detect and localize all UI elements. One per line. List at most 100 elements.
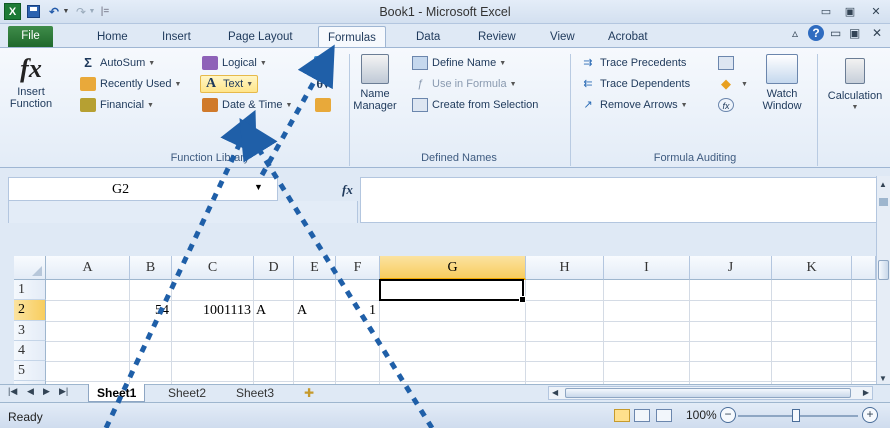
lookup-reference-button[interactable] [306,52,340,72]
column-header-g[interactable]: G [380,256,526,280]
tab-acrobat[interactable]: Acrobat [599,28,657,46]
prev-sheet-icon[interactable]: ◀ [27,386,34,397]
insert-function-button[interactable]: fx Insert Function [4,52,58,110]
name-manager-button[interactable]: Name Manager [352,52,398,112]
evaluate-formula-button[interactable]: fx [718,96,738,114]
row-header-5[interactable]: 5 [14,361,46,381]
use-in-formula-button[interactable]: ƒ Use in Formula ▼ [412,75,517,93]
cell-f2[interactable]: 1 [336,301,379,321]
column-header-c[interactable]: C [172,256,254,280]
watch-window-button[interactable]: Watch Window [752,52,812,112]
row-header-4[interactable]: 4 [14,341,46,361]
tab-home[interactable]: Home [88,28,137,46]
error-checking-button[interactable]: ◆ ▼ [718,75,748,93]
chevron-down-icon: ▼ [148,59,156,67]
trace-dependents-button[interactable]: ⇇ Trace Dependents [580,75,690,93]
trace-precedents-button[interactable]: ⇉ Trace Precedents [580,54,686,72]
column-header-i[interactable]: I [604,256,690,280]
scroll-right-icon[interactable]: ▶ [863,388,869,397]
first-sheet-icon[interactable]: |◀ [8,386,17,397]
row-header-1[interactable]: 1 [14,280,46,300]
column-header-d[interactable]: D [254,256,294,280]
remove-arrows-icon: ↗ [583,99,593,111]
logical-button[interactable]: Logical ▼ [202,54,267,72]
sheet-tab-sheet1[interactable]: Sheet1 [88,384,146,402]
group-separator [570,54,571,166]
date-time-button[interactable]: Date & Time ▼ [202,96,292,114]
workbook-close-icon[interactable]: ✕ [872,26,882,40]
cell-b2[interactable]: 54 [130,301,171,321]
remove-arrows-button[interactable]: ↗ Remove Arrows ▼ [580,96,687,114]
horizontal-scrollbar[interactable]: ◀ ▶ [548,386,873,400]
tab-insert[interactable]: Insert [153,28,200,46]
cell-d2[interactable]: A [256,301,293,321]
tab-page-layout[interactable]: Page Layout [219,28,302,46]
define-name-button[interactable]: Define Name ▼ [412,54,506,72]
scroll-up-icon[interactable]: ▲ [879,180,887,189]
close-icon[interactable]: ✕ [868,5,884,19]
row-header-2[interactable]: 2 [14,300,46,321]
formula-input[interactable] [360,177,878,223]
calculation-options-button[interactable]: Calculation ▼ [820,52,890,114]
column-header-k[interactable]: K [772,256,852,280]
zoom-in-icon[interactable]: + [862,407,878,423]
text-button[interactable]: A Text ▼ [200,75,259,93]
name-box-dropdown-icon[interactable]: ▼ [254,182,263,192]
vertical-scrollbar[interactable]: ▲ ▼ [876,176,890,390]
last-sheet-icon[interactable]: ▶| [59,386,68,397]
sheet-tab-sheet3[interactable]: Sheet3 [228,384,282,402]
group-separator [817,54,818,166]
autosum-icon: Σ [84,55,92,70]
column-header-f[interactable]: F [336,256,380,280]
name-box[interactable]: G2 ▼ [8,177,278,201]
workbook-restore-icon[interactable]: ▣ [849,26,860,40]
split-box-icon[interactable] [879,198,888,206]
tab-formulas[interactable]: Formulas [318,26,386,48]
column-header-a[interactable]: A [46,256,130,280]
insert-sheet-icon[interactable]: ✚ [296,384,322,402]
page-break-view-icon[interactable] [656,409,672,422]
column-header-b[interactable]: B [130,256,172,280]
minimize-icon[interactable]: ▭ [818,5,834,19]
select-all-button[interactable] [14,256,46,280]
show-formulas-button[interactable] [718,54,738,72]
cell-c2[interactable]: 1001113 [172,301,253,321]
zoom-slider-thumb[interactable] [792,409,800,422]
normal-view-icon[interactable] [614,409,630,422]
ribbon-tabs: File Home Insert Page Layout Formulas Da… [0,24,890,48]
more-functions-book-icon [315,98,331,112]
zoom-level[interactable]: 100% [686,408,717,422]
recently-used-button[interactable]: Recently Used ▼ [80,75,181,93]
next-sheet-icon[interactable]: ▶ [43,386,50,397]
row-header-3[interactable]: 3 [14,321,46,341]
help-icon[interactable]: ? [808,25,824,41]
more-functions-button[interactable] [306,96,340,112]
tab-review[interactable]: Review [469,28,525,46]
financial-button[interactable]: Financial ▼ [80,96,154,114]
restore-icon[interactable]: ▣ [842,5,858,19]
scroll-down-icon[interactable]: ▼ [879,374,887,383]
collapse-ribbon-icon[interactable]: ▵ [792,26,798,40]
scroll-left-icon[interactable]: ◀ [552,388,558,397]
autosum-button[interactable]: Σ AutoSum ▼ [80,54,155,72]
cell-e2[interactable]: A [297,301,335,321]
zoom-out-icon[interactable]: − [720,407,736,423]
active-cell-g2[interactable] [379,279,526,303]
gridline [689,280,690,384]
page-layout-view-icon[interactable] [634,409,650,422]
tab-data[interactable]: Data [407,28,449,46]
scroll-thumb[interactable] [878,260,889,280]
insert-function-fx-icon[interactable]: fx [342,182,353,198]
column-header-h[interactable]: H [526,256,604,280]
column-header-j[interactable]: J [690,256,772,280]
workbook-minimize-icon[interactable]: ▭ [830,26,841,40]
gridline [771,280,772,384]
horizontal-scroll-thumb[interactable] [565,388,851,398]
create-from-selection-button[interactable]: Create from Selection [412,96,538,114]
math-trig-button[interactable]: θ▾ [306,76,340,90]
column-header-e[interactable]: E [294,256,336,280]
sheet-tab-sheet2[interactable]: Sheet2 [160,384,214,402]
tab-view[interactable]: View [541,28,584,46]
chevron-down-icon: ▼ [741,80,748,88]
tab-file[interactable]: File [8,26,53,47]
